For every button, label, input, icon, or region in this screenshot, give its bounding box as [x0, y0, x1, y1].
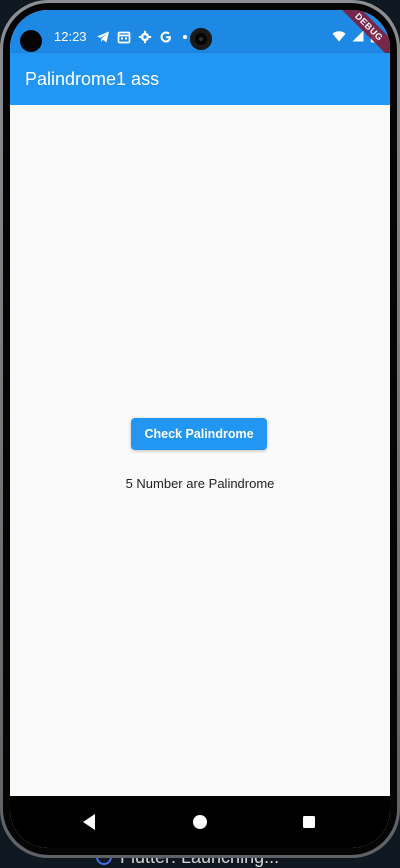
phone-frame: 12:23 DEBUG Palindrome1 ass Check Palind…	[0, 0, 400, 858]
check-palindrome-button[interactable]: Check Palindrome	[131, 418, 267, 450]
front-camera-icon	[20, 30, 42, 52]
google-icon	[159, 30, 173, 44]
recents-button[interactable]	[297, 810, 321, 834]
wifi-icon	[332, 30, 346, 42]
telegram-icon	[96, 30, 110, 44]
status-notification-icons	[96, 29, 187, 44]
app-bar: Palindrome1 ass	[10, 53, 390, 105]
recents-icon	[303, 816, 315, 828]
status-bar: 12:23 DEBUG	[10, 10, 390, 68]
calendar-icon	[117, 30, 131, 44]
phone-screen: 12:23 DEBUG Palindrome1 ass Check Palind…	[10, 10, 390, 848]
app-title: Palindrome1 ass	[25, 69, 160, 89]
settings-icon	[138, 30, 152, 44]
back-button[interactable]	[77, 810, 101, 834]
secondary-camera-icon	[190, 28, 212, 50]
signal-icon	[352, 30, 364, 42]
palindrome-result-text: 5 Number are Palindrome	[125, 476, 275, 491]
status-time: 12:23	[54, 29, 87, 44]
system-navigation-bar	[10, 796, 390, 848]
home-button[interactable]	[188, 810, 212, 834]
back-icon	[83, 814, 95, 830]
phone-bezel: 12:23 DEBUG Palindrome1 ass Check Palind…	[3, 3, 397, 855]
notification-dot-icon	[183, 34, 187, 39]
content-area: Check Palindrome 5 Number are Palindrome	[10, 105, 390, 798]
home-icon	[193, 815, 207, 829]
device-preview: Flutter: Launching... 12:23	[0, 0, 400, 868]
